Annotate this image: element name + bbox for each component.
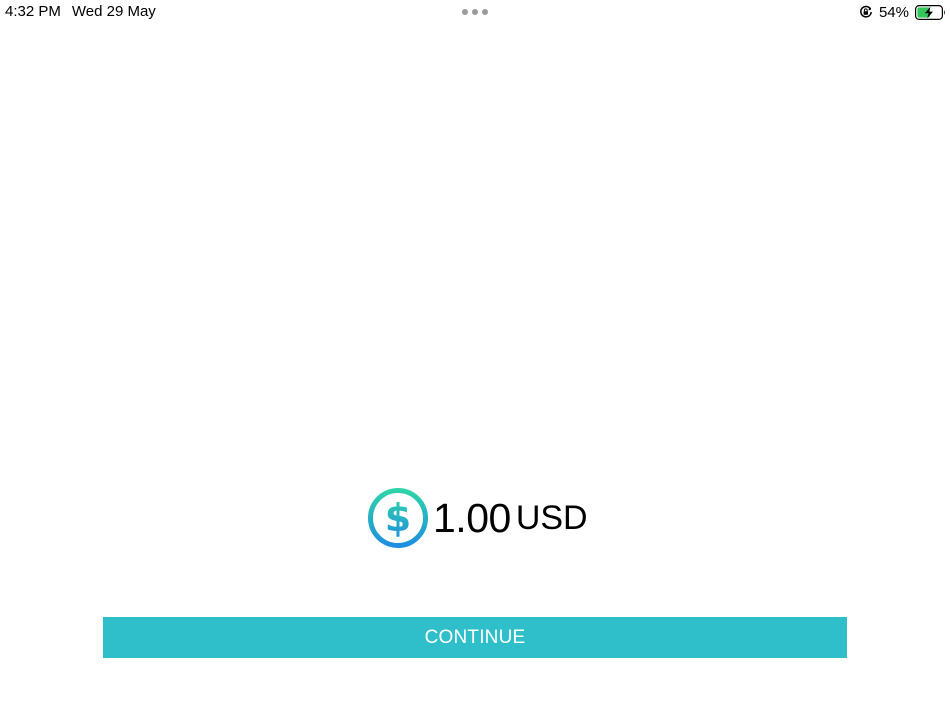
amount-display: $ 1.00 USD bbox=[368, 488, 588, 548]
payment-screen: 4:32 PM Wed 29 May 54% $ 1.00 USD CONTIN… bbox=[0, 0, 950, 712]
status-indicators: 54% bbox=[859, 3, 946, 21]
dollar-coin-icon: $ bbox=[368, 488, 428, 548]
amount-value: 1.00 bbox=[433, 495, 511, 541]
battery-percentage: 54% bbox=[878, 3, 909, 21]
battery-charging-icon bbox=[915, 4, 945, 20]
status-time-date: 4:32 PM Wed 29 May bbox=[5, 3, 156, 21]
status-bar: 4:32 PM Wed 29 May 54% bbox=[0, 0, 950, 24]
svg-text:$: $ bbox=[385, 496, 411, 540]
continue-button[interactable]: CONTINUE bbox=[103, 617, 847, 658]
multitasking-dots-icon[interactable] bbox=[462, 9, 488, 15]
amount-currency: USD bbox=[515, 499, 588, 537]
orientation-lock-icon bbox=[860, 5, 872, 18]
status-time: 4:32 PM bbox=[5, 3, 61, 20]
status-date: Wed 29 May bbox=[71, 3, 156, 20]
